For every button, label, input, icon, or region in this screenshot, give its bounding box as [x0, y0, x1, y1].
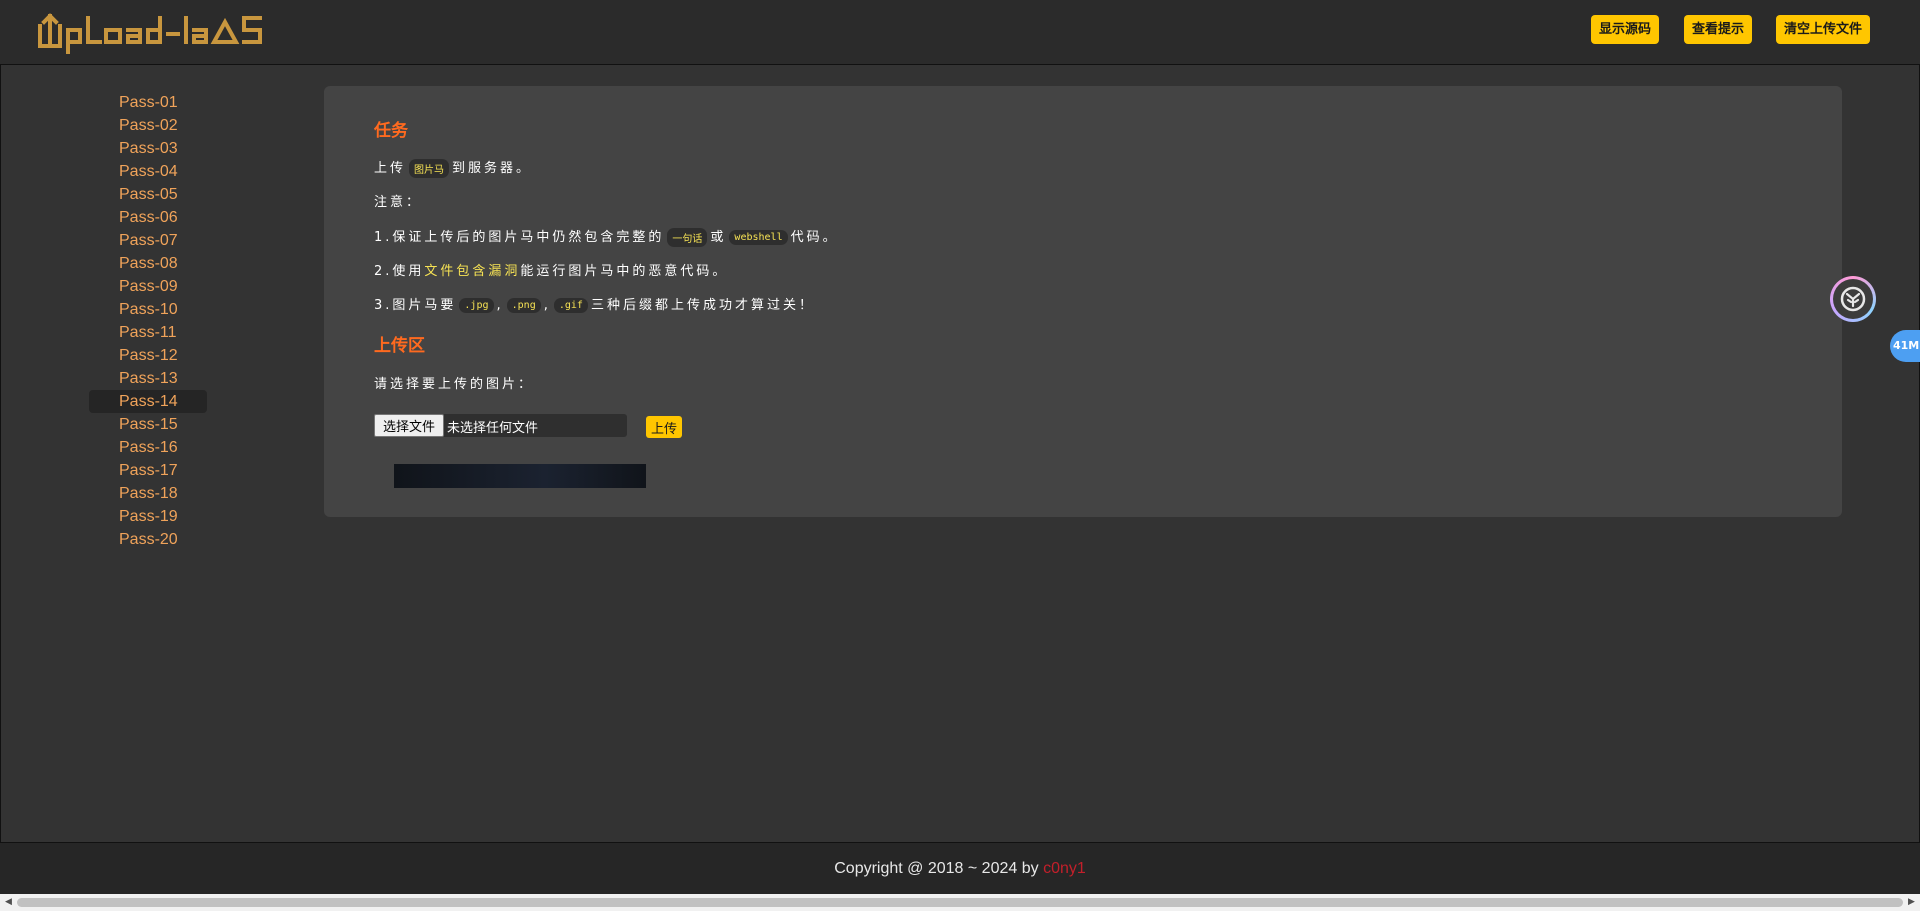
- tag-jpg: .jpg: [459, 298, 494, 313]
- author-link[interactable]: c0ny1: [1043, 860, 1086, 877]
- rule-text: 或: [710, 230, 727, 245]
- sidebar-item-pass-12[interactable]: Pass-12: [89, 344, 207, 367]
- tag-one-liner: 一句话: [667, 228, 708, 247]
- sidebar-item-pass-15[interactable]: Pass-15: [89, 413, 207, 436]
- page: 显示源码 查看提示 清空上传文件 Pass-01 Pass-02 Pass-03 Pa…: [0, 0, 1920, 911]
- memory-usage-badge[interactable]: 41M: [1890, 330, 1920, 362]
- upload-section-title: 上传区: [374, 336, 425, 356]
- sidebar-item-pass-06[interactable]: Pass-06: [89, 206, 207, 229]
- upload-labs-logo[interactable]: [36, 12, 266, 54]
- view-hint-button[interactable]: 查看提示: [1684, 15, 1752, 44]
- tag-image-shell: 图片马: [409, 159, 450, 178]
- tag-png: .png: [506, 298, 541, 313]
- sidebar-item-pass-16[interactable]: Pass-16: [89, 436, 207, 459]
- rule-separator: ,: [543, 298, 551, 313]
- sidebar-item-pass-11[interactable]: Pass-11: [89, 321, 207, 344]
- sidebar-item-pass-19[interactable]: Pass-19: [89, 505, 207, 528]
- sidebar-item-pass-05[interactable]: Pass-05: [89, 183, 207, 206]
- rule-3: 3.图片马要 .jpg, .png, .gif 三种后缀都上传成功才算过关！: [374, 294, 815, 313]
- rule-text: 1.保证上传后的图片马中仍然包含完整的: [374, 230, 665, 245]
- tag-webshell: webshell: [729, 230, 788, 245]
- rule-text: 能运行图片马中的恶意代码。: [520, 264, 729, 279]
- scroll-left-arrow-icon[interactable]: ◀: [0, 894, 17, 911]
- sidebar-item-pass-07[interactable]: Pass-07: [89, 229, 207, 252]
- task-text: 上传: [374, 161, 407, 176]
- file-inclusion-link[interactable]: 文件包含漏洞: [424, 264, 520, 279]
- task-section-title: 任务: [374, 121, 408, 141]
- floating-assistant-icon[interactable]: [1830, 276, 1876, 322]
- rule-text: 三种后缀都上传成功才算过关！: [590, 298, 815, 313]
- horizontal-scrollbar[interactable]: ◀ ▶: [0, 894, 1920, 911]
- sidebar-item-pass-20[interactable]: Pass-20: [89, 528, 207, 551]
- sidebar-item-pass-13[interactable]: Pass-13: [89, 367, 207, 390]
- content-panel: 任务 上传 图片马 到服务器。 注意： 1.保证上传后的图片马中仍然包含完整的 一句话…: [324, 86, 1842, 517]
- main-area: Pass-01 Pass-02 Pass-03 Pass-04 Pass-05 Pass-…: [0, 65, 1920, 842]
- sidebar-item-pass-02[interactable]: Pass-02: [89, 114, 207, 137]
- upload-preview-image: [394, 464, 646, 488]
- upload-submit-button[interactable]: 上传: [646, 416, 682, 438]
- sidebar-item-pass-01[interactable]: Pass-01: [89, 91, 207, 114]
- assistant-icon: [1833, 279, 1873, 319]
- scrollbar-thumb[interactable]: [17, 898, 1903, 907]
- tag-gif: .gif: [553, 298, 588, 313]
- sidebar-item-pass-10[interactable]: Pass-10: [89, 298, 207, 321]
- sidebar-item-pass-08[interactable]: Pass-08: [89, 252, 207, 275]
- sidebar-item-pass-09[interactable]: Pass-09: [89, 275, 207, 298]
- file-status-text: 未选择任何文件: [447, 421, 539, 436]
- scroll-right-arrow-icon[interactable]: ▶: [1903, 894, 1920, 911]
- rule-text: 2.使用: [374, 264, 425, 279]
- clear-uploads-button[interactable]: 清空上传文件: [1776, 15, 1870, 44]
- copyright-text: Copyright @ 2018 ~ 2024 by: [834, 860, 1044, 877]
- sidebar-item-pass-04[interactable]: Pass-04: [89, 160, 207, 183]
- choose-file-button[interactable]: 选择文件: [374, 414, 444, 437]
- rule-text: 3.图片马要: [374, 298, 457, 313]
- show-source-button[interactable]: 显示源码: [1591, 15, 1659, 44]
- sidebar-item-pass-14[interactable]: Pass-14: [89, 390, 207, 413]
- sidebar-item-pass-18[interactable]: Pass-18: [89, 482, 207, 505]
- sidebar-item-pass-17[interactable]: Pass-17: [89, 459, 207, 482]
- rule-2: 2.使用文件包含漏洞能运行图片马中的恶意代码。: [374, 260, 728, 279]
- rule-separator: ,: [496, 298, 504, 313]
- task-text: 到服务器。: [452, 161, 533, 176]
- level-sidebar: Pass-01 Pass-02 Pass-03 Pass-04 Pass-05 Pass-…: [89, 91, 207, 551]
- top-header: 显示源码 查看提示 清空上传文件: [0, 0, 1920, 65]
- task-description: 上传 图片马 到服务器。: [374, 157, 532, 178]
- sidebar-item-pass-03[interactable]: Pass-03: [89, 137, 207, 160]
- rule-1: 1.保证上传后的图片马中仍然包含完整的 一句话或 webshell 代码。: [374, 226, 839, 247]
- note-label: 注意：: [374, 195, 423, 210]
- upload-prompt: 请选择要上传的图片：: [374, 377, 535, 392]
- file-input[interactable]: 选择文件 未选择任何文件: [374, 414, 627, 437]
- rule-text: 代码。: [790, 230, 839, 245]
- page-footer: Copyright @ 2018 ~ 2024 by c0ny1: [0, 842, 1920, 894]
